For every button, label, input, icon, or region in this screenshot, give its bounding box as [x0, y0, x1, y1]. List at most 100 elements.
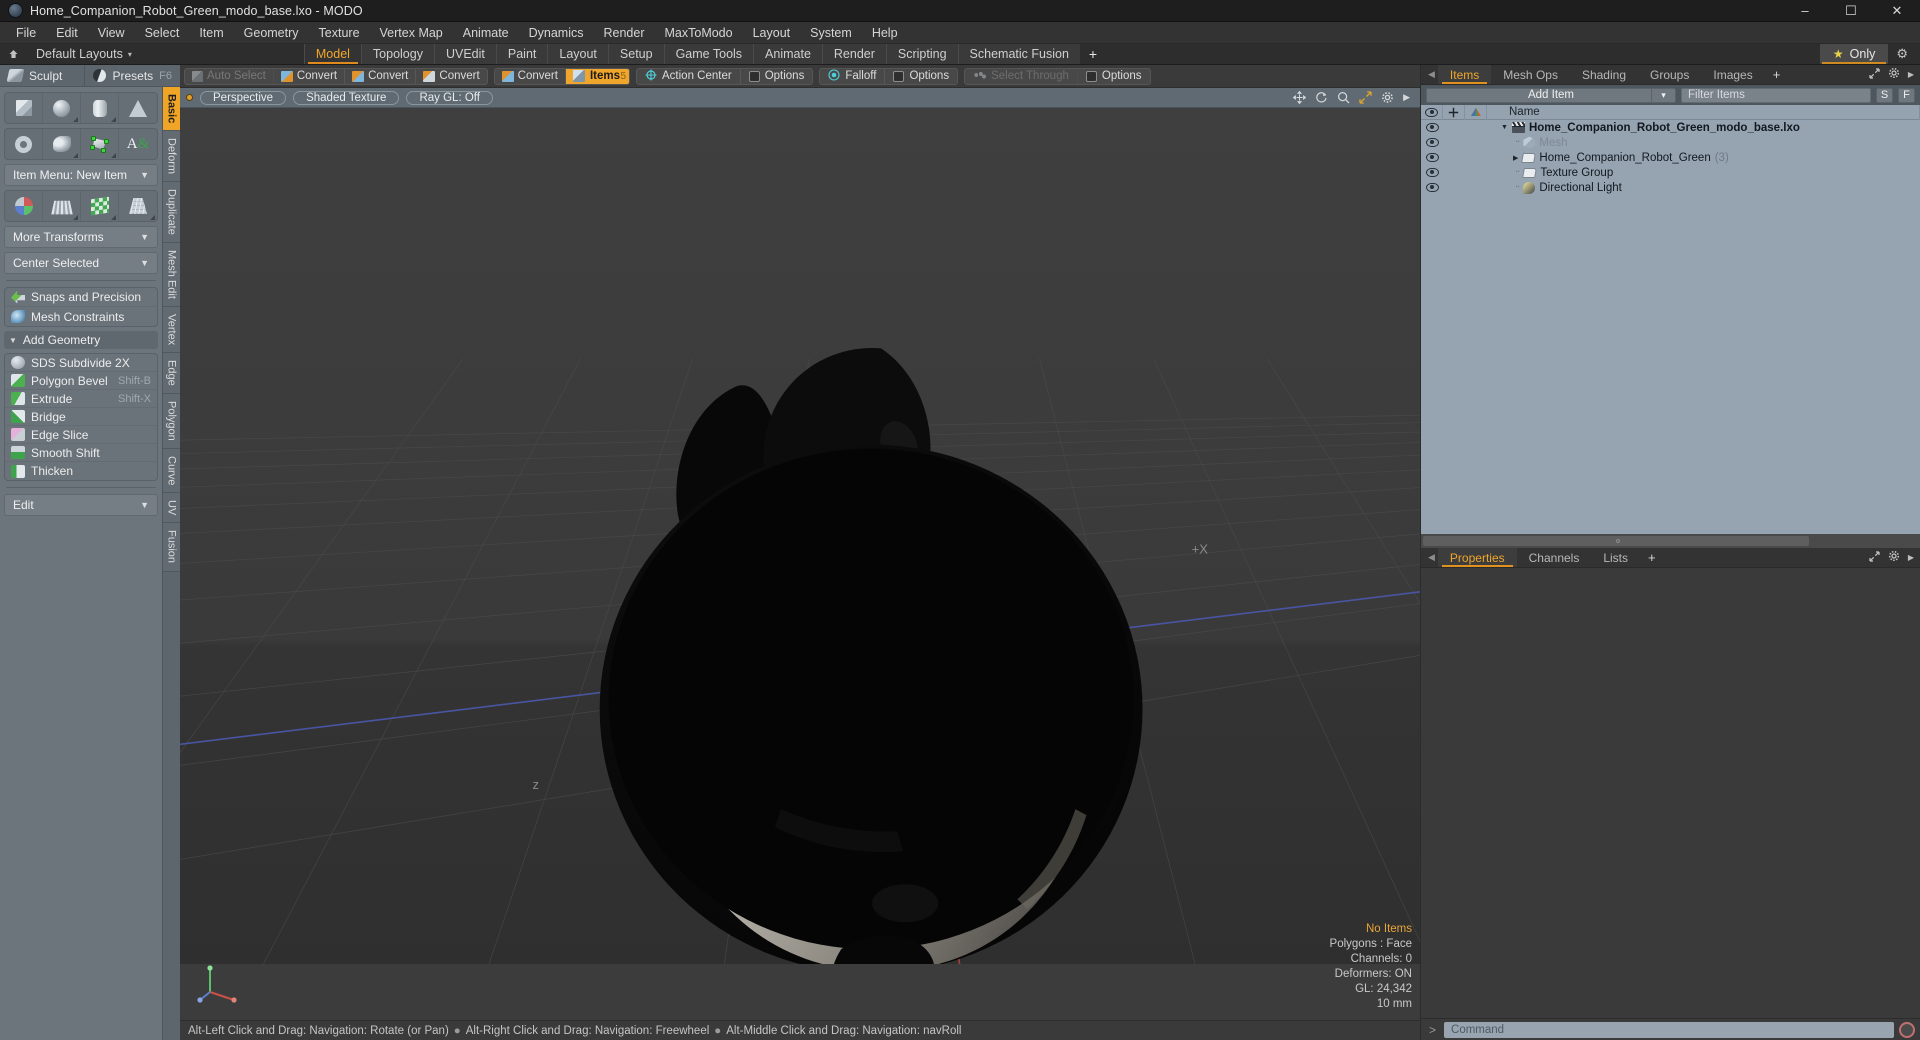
add-panel-tab-button[interactable]: +	[1765, 65, 1789, 84]
vtab-polygon[interactable]: Polygon	[163, 394, 180, 449]
menu-item-edit[interactable]: Edit	[46, 23, 88, 43]
menu-item-animate[interactable]: Animate	[453, 23, 519, 43]
menu-item-dynamics[interactable]: Dynamics	[519, 23, 594, 43]
scrollbar-thumb[interactable]	[1423, 536, 1810, 546]
default-layouts-dropdown[interactable]: Default Layouts ▾	[26, 44, 142, 64]
table-row[interactable]: ‧‧ Directional Light	[1421, 180, 1920, 195]
maximize-button[interactable]: ☐	[1828, 0, 1874, 22]
convert-vertex-button[interactable]: Convert	[274, 68, 346, 84]
layout-tab-scripting[interactable]: Scripting	[885, 44, 958, 64]
only-toggle-button[interactable]: ★ Only	[1819, 44, 1889, 64]
convert-edge-button[interactable]: Convert	[345, 68, 417, 84]
edge-slice-item[interactable]: Edge Slice	[5, 426, 157, 444]
menu-item-layout[interactable]: Layout	[743, 23, 801, 43]
layout-tab-render[interactable]: Render	[821, 44, 886, 64]
chevron-right-icon[interactable]: ▶	[1908, 553, 1914, 562]
falloff-options-button[interactable]: Options	[885, 69, 957, 84]
sculpt-tab[interactable]: Sculpt	[0, 65, 86, 86]
chevron-right-icon[interactable]: ▶	[1908, 70, 1914, 79]
torus-primitive-button[interactable]	[5, 129, 43, 159]
3d-viewport[interactable]: +X z No Items Polygons : Face Channels: …	[180, 108, 1420, 1020]
tab-properties[interactable]: Properties	[1437, 548, 1517, 567]
action-center-options-button[interactable]: Options	[741, 69, 813, 84]
expand-icon[interactable]	[1869, 67, 1880, 82]
select-through-button[interactable]: Select Through	[965, 68, 1078, 84]
auto-select-button[interactable]: Auto Select	[185, 68, 274, 84]
chevron-left-icon[interactable]: ◀	[1425, 65, 1438, 84]
layout-tab-setup[interactable]: Setup	[607, 44, 664, 64]
gear-icon[interactable]	[1888, 550, 1900, 565]
menu-item-geometry[interactable]: Geometry	[234, 23, 309, 43]
viewport-shading-dropdown[interactable]: Shaded Texture	[293, 90, 400, 105]
menu-item-item[interactable]: Item	[189, 23, 233, 43]
chevron-down-icon[interactable]: ▼	[1501, 124, 1508, 131]
layout-tab-animate[interactable]: Animate	[753, 44, 822, 64]
polygon-bevel-item[interactable]: Polygon Bevel Shift-B	[5, 372, 157, 390]
layout-tab-schematic-fusion[interactable]: Schematic Fusion	[957, 44, 1080, 64]
gear-icon[interactable]: ⚙	[1888, 44, 1916, 64]
pan-icon[interactable]	[1293, 91, 1307, 104]
add-geometry-group-header[interactable]: ▼ Add Geometry	[4, 331, 158, 349]
menu-item-vertex-map[interactable]: Vertex Map	[370, 23, 453, 43]
cube-primitive-button[interactable]	[5, 93, 43, 123]
cylinder-primitive-button[interactable]	[81, 93, 119, 123]
vtab-deform[interactable]: Deform	[163, 131, 180, 183]
gear-icon[interactable]	[1888, 67, 1900, 82]
extrude-item[interactable]: Extrude Shift-X	[5, 390, 157, 408]
zoom-icon[interactable]	[1337, 91, 1350, 104]
chevron-right-icon[interactable]: ▶	[1403, 92, 1410, 103]
chevron-right-icon[interactable]: ▶	[1513, 154, 1518, 162]
row-name-cell[interactable]: ‧‧ Directional Light	[1487, 181, 1920, 194]
vtab-uv[interactable]: UV	[163, 493, 180, 524]
record-icon[interactable]	[1899, 1021, 1915, 1038]
home-layout-icon[interactable]	[0, 44, 26, 64]
transform-tool-button[interactable]	[5, 191, 43, 221]
command-input[interactable]: Command	[1444, 1021, 1894, 1038]
tab-lists[interactable]: Lists	[1591, 548, 1640, 567]
cone-primitive-button[interactable]	[119, 93, 157, 123]
bend-tool-button[interactable]	[43, 191, 81, 221]
filter-items-input[interactable]: Filter Items	[1681, 87, 1871, 103]
tab-mesh-ops[interactable]: Mesh Ops	[1491, 65, 1570, 84]
snaps-and-precision-item[interactable]: Snaps and Precision	[5, 288, 157, 307]
table-row[interactable]: ▼ Home_Companion_Robot_Green_modo_base.l…	[1421, 120, 1920, 135]
vtab-vertex[interactable]: Vertex	[163, 307, 180, 354]
menu-item-help[interactable]: Help	[862, 23, 908, 43]
thicken-item[interactable]: Thicken	[5, 462, 157, 480]
viewport-raygl-dropdown[interactable]: Ray GL: Off	[406, 90, 493, 105]
menu-item-file[interactable]: File	[6, 23, 46, 43]
item-menu-dropdown[interactable]: Item Menu: New Item ▼	[4, 164, 158, 186]
vtab-curve[interactable]: Curve	[163, 448, 180, 494]
menu-item-texture[interactable]: Texture	[309, 23, 370, 43]
filter-s-button[interactable]: S	[1876, 87, 1893, 103]
minimize-button[interactable]: –	[1782, 0, 1828, 22]
uv-tool-button[interactable]	[81, 191, 119, 221]
axis-gizmo[interactable]	[194, 958, 240, 1004]
smooth-shift-item[interactable]: Smooth Shift	[5, 444, 157, 462]
row-visibility-toggle[interactable]	[1421, 153, 1443, 162]
layout-tab-topology[interactable]: Topology	[360, 44, 434, 64]
filter-f-button[interactable]: F	[1898, 87, 1915, 103]
chevron-left-icon[interactable]: ◀	[1425, 548, 1438, 567]
bridge-item[interactable]: Bridge	[5, 408, 157, 426]
vtab-duplicate[interactable]: Duplicate	[163, 182, 180, 244]
convert-material-button[interactable]: Convert	[495, 68, 566, 84]
rotate-icon[interactable]	[1315, 91, 1328, 104]
tab-shading[interactable]: Shading	[1570, 65, 1638, 84]
presets-tab[interactable]: Presets F6	[85, 65, 180, 86]
vtab-basic[interactable]: Basic	[163, 87, 180, 132]
curve-primitive-button[interactable]	[43, 129, 81, 159]
items-tree-body[interactable]: ▼ Home_Companion_Robot_Green_modo_base.l…	[1421, 120, 1920, 534]
table-row[interactable]: ▶ Home_Companion_Robot_Green (3)	[1421, 150, 1920, 165]
chevron-down-icon[interactable]: ▾	[1651, 88, 1675, 102]
row-visibility-toggle[interactable]	[1421, 123, 1443, 132]
menu-item-render[interactable]: Render	[594, 23, 655, 43]
row-name-cell[interactable]: ‧‧ Mesh	[1487, 136, 1920, 149]
row-visibility-toggle[interactable]	[1421, 168, 1443, 177]
more-transforms-dropdown[interactable]: More Transforms ▼	[4, 226, 158, 248]
action-center-button[interactable]: Action Center	[637, 68, 741, 84]
vtab-edge[interactable]: Edge	[163, 353, 180, 395]
menu-item-maxtomodo[interactable]: MaxToModo	[655, 23, 743, 43]
expand-icon[interactable]	[1869, 550, 1880, 565]
convert-polygon-button[interactable]: Convert	[416, 69, 486, 84]
